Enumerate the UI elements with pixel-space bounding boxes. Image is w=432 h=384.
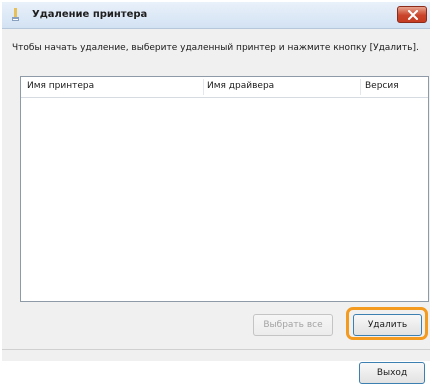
close-icon [408, 10, 418, 20]
printer-icon [10, 7, 22, 23]
instruction-text: Чтобы начать удаление, выберите удаленны… [12, 43, 419, 53]
column-divider[interactable] [360, 79, 361, 95]
divider [2, 349, 430, 350]
printer-list[interactable]: Имя принтера Имя драйвера Версия [20, 76, 429, 302]
column-header-driver-name[interactable]: Имя драйвера [207, 81, 274, 91]
delete-button[interactable]: Удалить [353, 314, 422, 336]
dialog-body: Чтобы начать удаление, выберите удаленны… [2, 29, 430, 384]
delete-printer-dialog: Удаление принтера Чтобы начать удаление,… [0, 0, 432, 384]
column-header-version[interactable]: Версия [365, 81, 399, 91]
select-all-button[interactable]: Выбрать все [253, 314, 333, 336]
exit-button[interactable]: Выход [359, 362, 425, 384]
column-divider[interactable] [203, 79, 204, 95]
column-header-printer-name[interactable]: Имя принтера [27, 81, 94, 91]
list-header: Имя принтера Имя драйвера Версия [21, 77, 428, 98]
title-bar[interactable]: Удаление принтера [2, 2, 430, 29]
close-button[interactable] [397, 6, 427, 23]
window-title: Удаление принтера [32, 9, 148, 20]
